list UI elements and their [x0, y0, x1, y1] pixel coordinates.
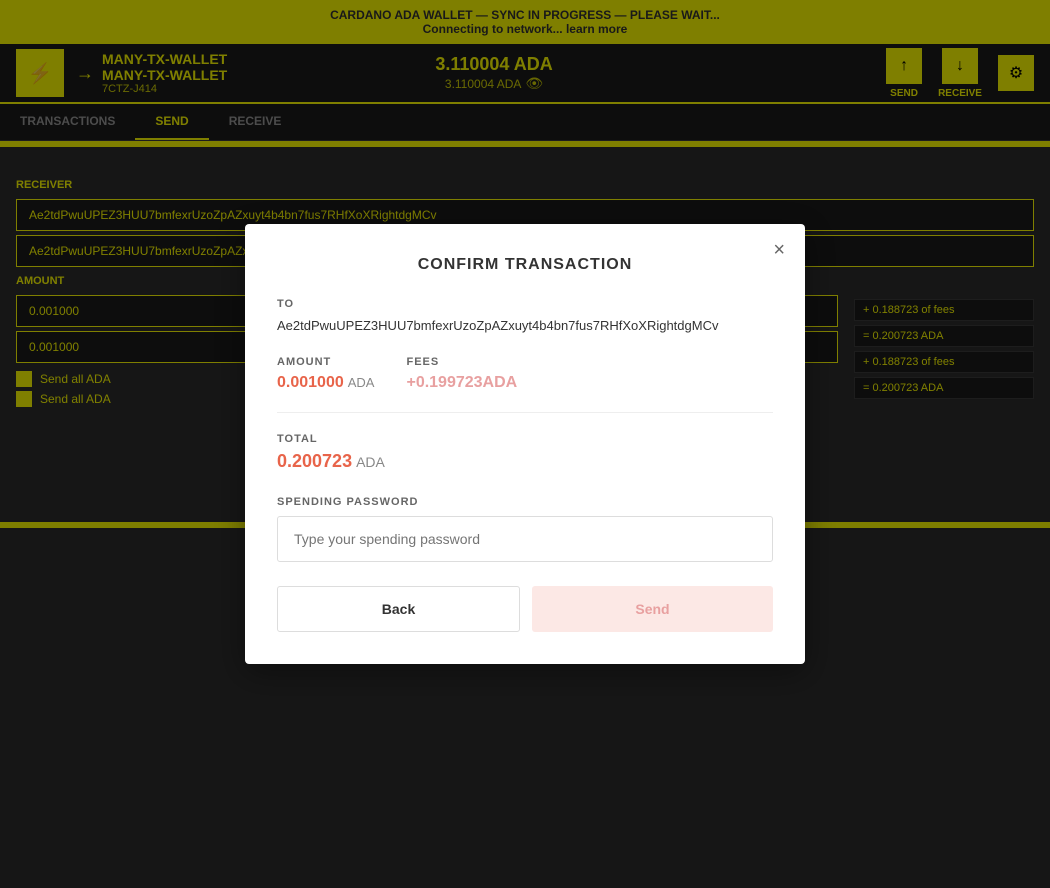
spending-password-input[interactable] — [277, 516, 773, 562]
total-label: TOTAL — [277, 433, 773, 445]
recipient-address: Ae2tdPwuUPEZ3HUU7bmfexrUzoZpAZxuyt4b4bn7… — [277, 316, 773, 336]
fees-label: FEES — [406, 356, 517, 368]
to-label: TO — [277, 298, 773, 310]
amount-label: AMOUNT — [277, 356, 374, 368]
amount-value: 0.001000ADA — [277, 374, 374, 392]
divider — [277, 412, 773, 413]
confirm-transaction-modal: CONFIRM TRANSACTION × TO Ae2tdPwuUPEZ3HU… — [245, 224, 805, 664]
send-button[interactable]: Send — [532, 586, 773, 632]
fees-col: FEES +0.199723ADA — [406, 356, 517, 392]
modal-title: CONFIRM TRANSACTION — [277, 256, 773, 274]
fees-value: +0.199723ADA — [406, 374, 517, 392]
back-button[interactable]: Back — [277, 586, 520, 632]
spending-password-label: SPENDING PASSWORD — [277, 496, 773, 508]
amount-fees-row: AMOUNT 0.001000ADA FEES +0.199723ADA — [277, 356, 773, 392]
close-button[interactable]: × — [773, 240, 785, 260]
modal-buttons: Back Send — [277, 586, 773, 632]
modal-overlay: CONFIRM TRANSACTION × TO Ae2tdPwuUPEZ3HU… — [0, 0, 1050, 888]
amount-col: AMOUNT 0.001000ADA — [277, 356, 374, 392]
total-value: 0.200723ADA — [277, 451, 773, 472]
